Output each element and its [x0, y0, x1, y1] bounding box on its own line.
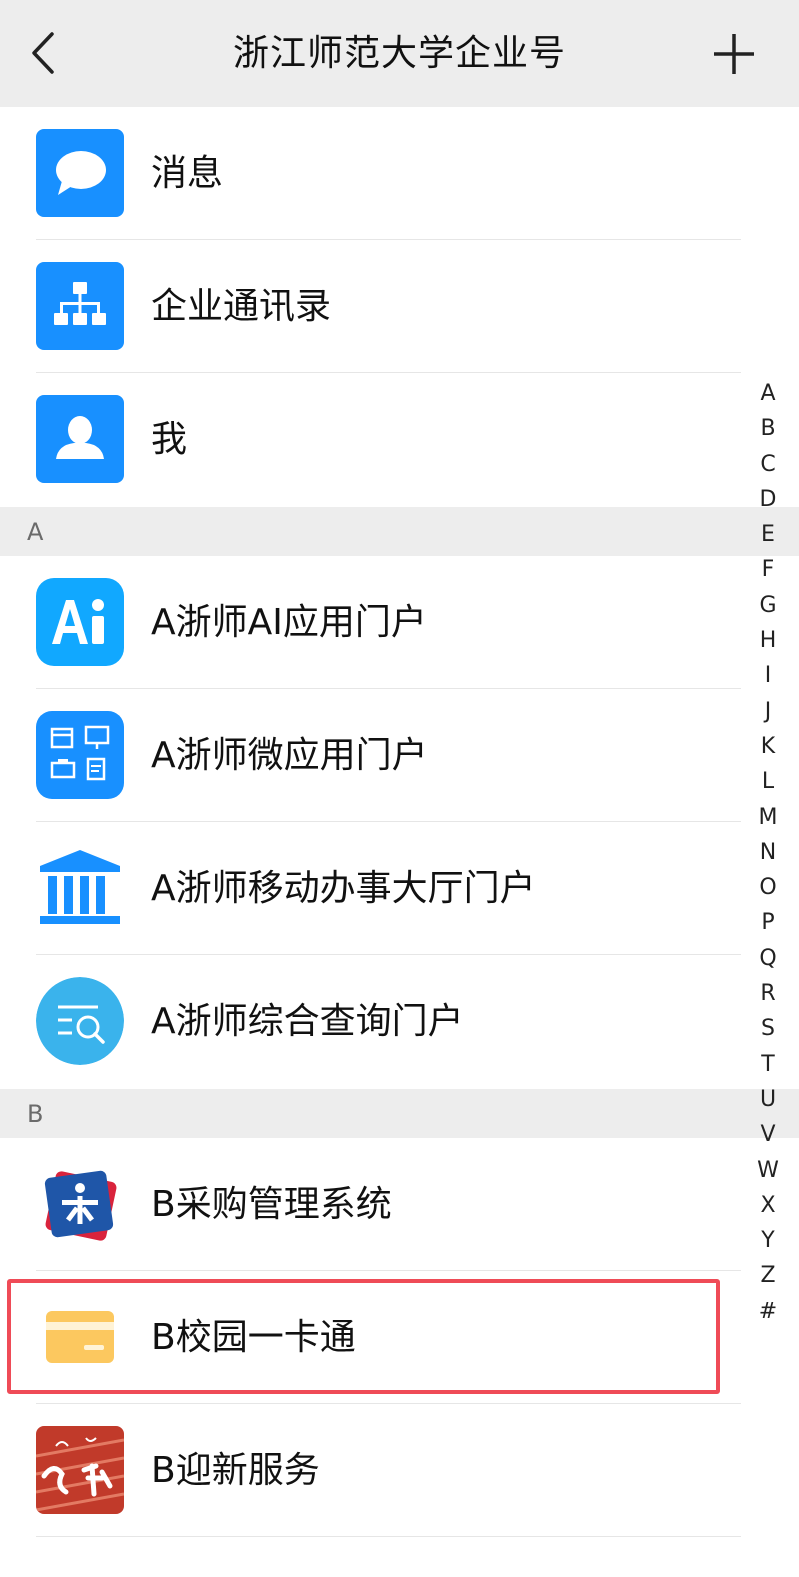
section-header-b: B: [0, 1089, 799, 1138]
alphabet-index-bar[interactable]: A B C D E F G H I J K L M N O P Q R S T U V W X Y Z #: [752, 376, 784, 1329]
section-header-a: A: [0, 507, 799, 556]
card-icon: [36, 1293, 124, 1381]
list-item-query-portal[interactable]: A浙师综合查询门户: [0, 955, 745, 1088]
plus-icon: [714, 34, 754, 74]
list-item-welcome-service[interactable]: B迎新服务: [0, 1404, 745, 1537]
welcome-photo-icon: [36, 1426, 124, 1514]
section-letter: B: [27, 1100, 44, 1128]
index-letter[interactable]: R: [752, 976, 784, 1011]
ai-icon: [36, 578, 124, 666]
index-letter[interactable]: K: [752, 729, 784, 764]
index-letter[interactable]: N: [752, 835, 784, 870]
index-letter[interactable]: U: [752, 1082, 784, 1117]
section-letter: A: [27, 518, 44, 546]
index-letter[interactable]: S: [752, 1011, 784, 1046]
add-button[interactable]: [712, 32, 756, 76]
item-label: 消息: [151, 153, 224, 194]
index-letter[interactable]: A: [752, 376, 784, 411]
list-item-micro-app-portal[interactable]: A浙师微应用门户: [0, 689, 745, 822]
item-label: B迎新服务: [151, 1450, 320, 1491]
item-label: A浙师移动办事大厅门户: [151, 868, 536, 909]
nav-header: 浙江师范大学企业号: [0, 0, 799, 107]
index-letter[interactable]: O: [752, 870, 784, 905]
micro-apps-icon: [36, 711, 124, 799]
index-letter[interactable]: Z: [752, 1258, 784, 1293]
index-letter[interactable]: D: [752, 482, 784, 517]
index-letter[interactable]: H: [752, 623, 784, 658]
list-item-campus-card[interactable]: B校园一卡通: [0, 1271, 745, 1404]
index-letter[interactable]: B: [752, 411, 784, 446]
index-letter[interactable]: J: [752, 694, 784, 729]
item-label: A浙师微应用门户: [151, 735, 428, 776]
list-item-procurement[interactable]: B采购管理系统: [0, 1138, 745, 1271]
index-letter[interactable]: P: [752, 905, 784, 940]
item-label: B采购管理系统: [151, 1184, 392, 1225]
index-letter[interactable]: W: [752, 1153, 784, 1188]
index-letter[interactable]: V: [752, 1117, 784, 1152]
index-letter[interactable]: X: [752, 1188, 784, 1223]
item-label: A浙师AI应用门户: [151, 602, 427, 643]
search-list-icon: [36, 977, 124, 1065]
index-letter[interactable]: C: [752, 447, 784, 482]
procurement-logo-icon: [36, 1160, 124, 1248]
index-letter[interactable]: L: [752, 764, 784, 799]
list-item-ai-portal[interactable]: A浙师AI应用门户: [0, 556, 745, 689]
person-icon: [36, 395, 124, 483]
index-letter[interactable]: M: [752, 800, 784, 835]
page-title: 浙江师范大学企业号: [232, 33, 566, 74]
list-item-messages[interactable]: 消息: [0, 107, 745, 240]
item-label: 企业通讯录: [151, 286, 332, 327]
list-item-service-hall-portal[interactable]: A浙师移动办事大厅门户: [0, 822, 745, 955]
item-label: A浙师综合查询门户: [151, 1001, 464, 1042]
index-letter[interactable]: E: [752, 517, 784, 552]
government-building-icon: [36, 844, 124, 932]
index-letter[interactable]: Q: [752, 941, 784, 976]
divider: [36, 1536, 741, 1537]
index-letter[interactable]: G: [752, 588, 784, 623]
org-chart-icon: [36, 262, 124, 350]
index-letter[interactable]: Y: [752, 1223, 784, 1258]
item-label: 我: [151, 419, 188, 460]
list-item-me[interactable]: 我: [0, 373, 745, 506]
index-letter[interactable]: I: [752, 658, 784, 693]
index-letter[interactable]: F: [752, 552, 784, 587]
index-letter[interactable]: #: [752, 1294, 784, 1329]
list-item-contacts[interactable]: 企业通讯录: [0, 240, 745, 373]
index-letter[interactable]: T: [752, 1047, 784, 1082]
chat-bubble-icon: [36, 129, 124, 217]
item-label: B校园一卡通: [151, 1317, 356, 1358]
